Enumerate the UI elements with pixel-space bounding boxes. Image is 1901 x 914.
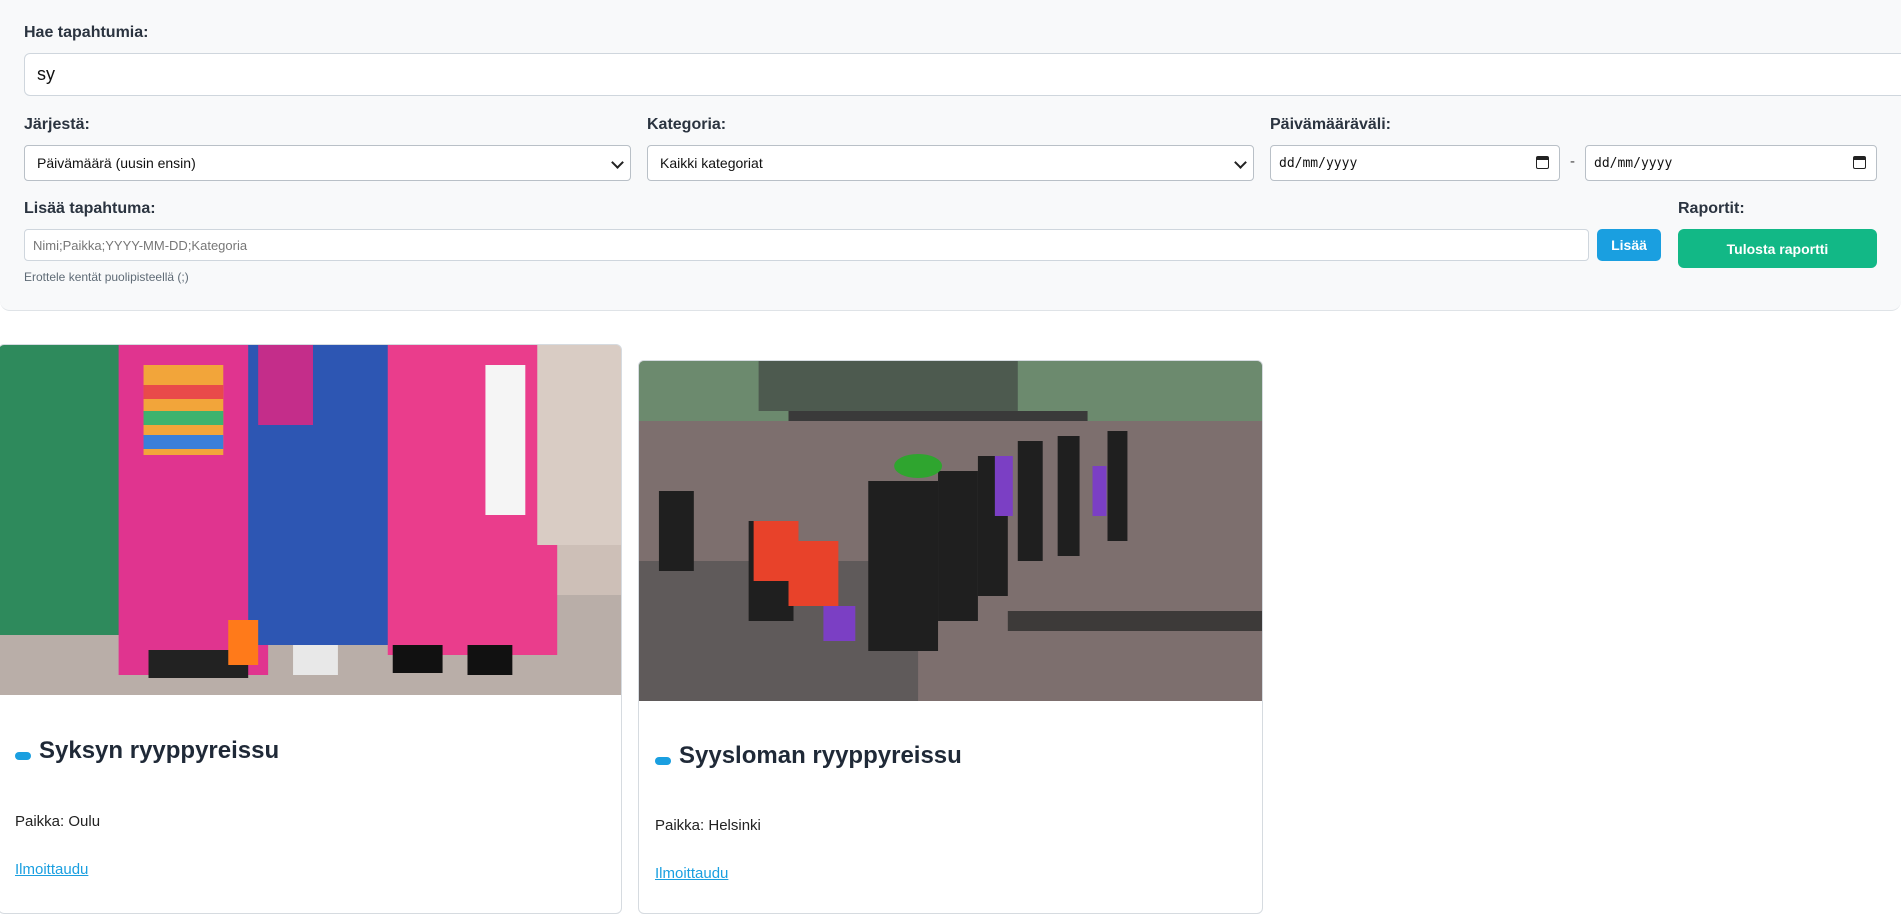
filter-panel: Hae tapahtumia: Järjestä: Päivämäärä (uu… [0, 0, 1901, 311]
event-title: Syysloman ryyppyreissu [679, 742, 962, 769]
event-card: Syysloman ryyppyreissu Paikka: Helsinki … [638, 360, 1263, 914]
register-link[interactable]: Ilmoittaudu [15, 861, 88, 878]
event-place: Paikka: Oulu [15, 813, 101, 830]
category-tag [655, 757, 671, 765]
chevron-down-icon [611, 156, 624, 169]
date-range-label: Päivämääräväli: [1270, 116, 1391, 133]
date-to-placeholder: dd/mm/yyyy [1594, 155, 1673, 171]
calendar-icon[interactable] [1853, 156, 1866, 169]
sort-label: Järjestä: [24, 116, 90, 133]
date-to-input[interactable]: dd/mm/yyyy [1585, 145, 1877, 181]
date-separator: - [1570, 153, 1575, 170]
category-select[interactable]: Kaikki kategoriat [647, 145, 1254, 181]
category-tag [15, 752, 31, 760]
category-label: Kategoria: [647, 116, 727, 133]
search-input[interactable] [24, 53, 1901, 96]
add-event-hint: Erottele kentät puolipisteellä (;) [24, 270, 189, 284]
add-event-label: Lisää tapahtuma: [24, 200, 156, 217]
add-event-input[interactable] [24, 229, 1589, 261]
add-event-button[interactable]: Lisää [1597, 229, 1661, 261]
event-photo [639, 361, 1262, 701]
event-title: Syksyn ryyppyreissu [39, 737, 280, 764]
sort-select[interactable]: Päivämäärä (uusin ensin) [24, 145, 631, 181]
register-link[interactable]: Ilmoittaudu [655, 865, 728, 882]
calendar-icon[interactable] [1536, 156, 1549, 169]
reports-label: Raportit: [1678, 200, 1745, 217]
chevron-down-icon [1234, 156, 1247, 169]
event-place: Paikka: Helsinki [655, 817, 761, 834]
sort-selected: Päivämäärä (uusin ensin) [37, 155, 196, 171]
event-card: Syksyn ryyppyreissu Paikka: Oulu Ilmoitt… [0, 344, 622, 914]
date-from-placeholder: dd/mm/yyyy [1279, 155, 1358, 171]
search-label: Hae tapahtumia: [24, 24, 149, 41]
event-photo [0, 345, 621, 695]
date-from-input[interactable]: dd/mm/yyyy [1270, 145, 1560, 181]
print-report-button[interactable]: Tulosta raportti [1678, 229, 1877, 268]
event-image [639, 361, 1262, 701]
event-image [0, 345, 621, 695]
category-selected: Kaikki kategoriat [660, 155, 763, 171]
